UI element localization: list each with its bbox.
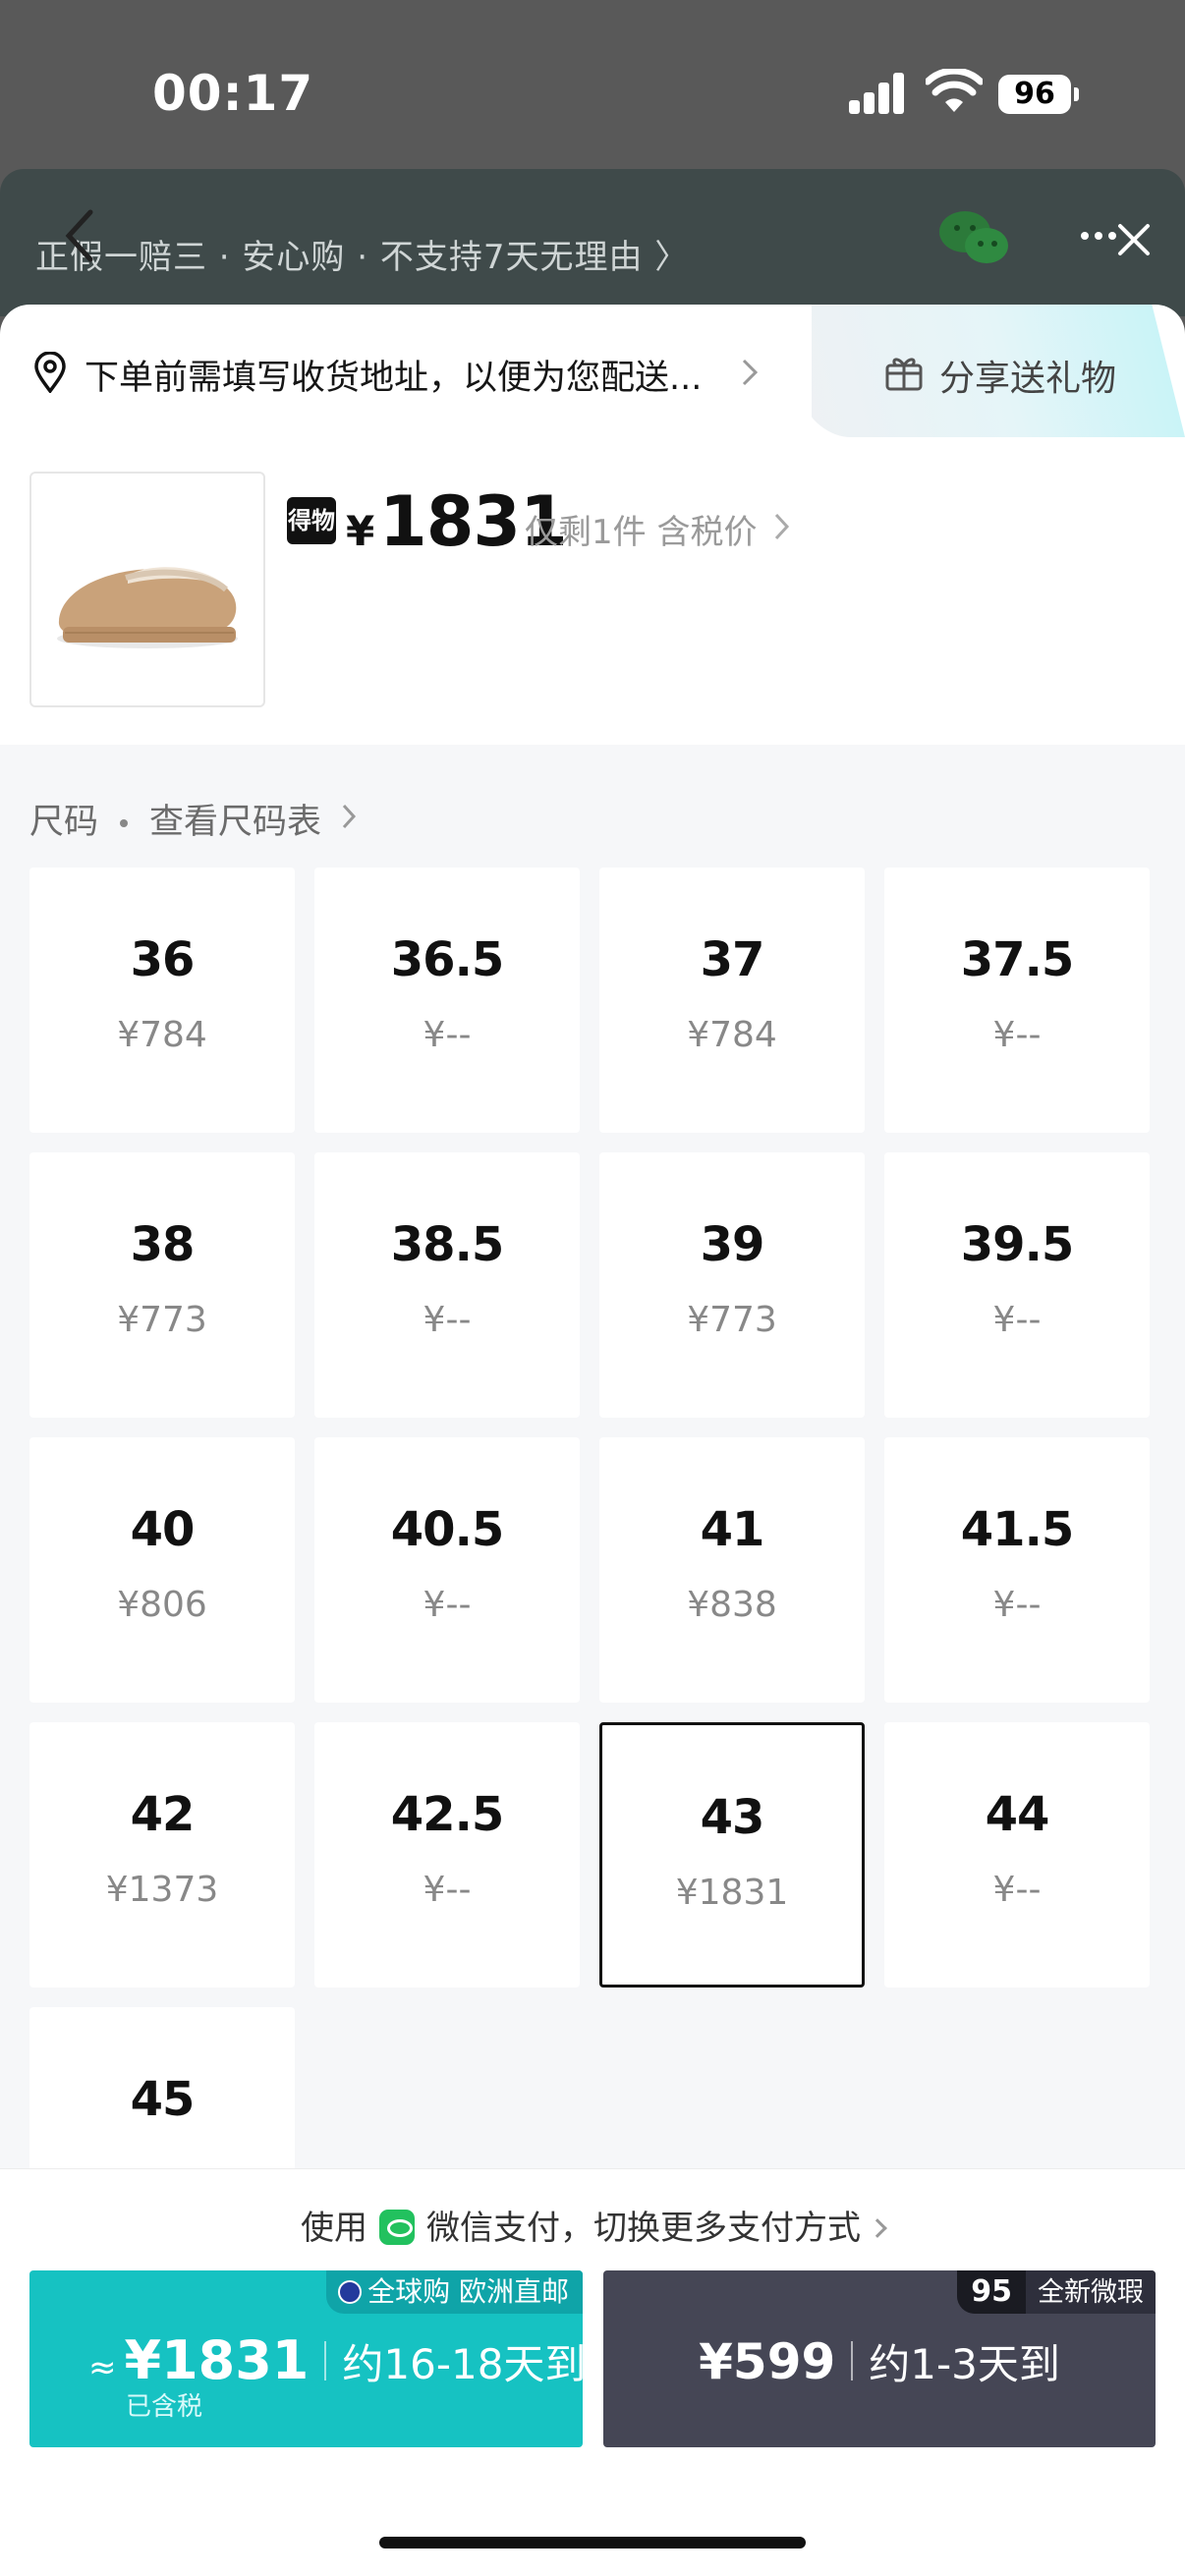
size-header: 尺码 查看尺码表 — [29, 794, 321, 844]
size-price: ¥784 — [687, 1015, 777, 1055]
global-price: ¥1831 — [124, 2329, 310, 2391]
payment-prefix: 使用 — [301, 2209, 367, 2248]
size-price: ¥1831 — [675, 1873, 789, 1913]
size-option[interactable]: 41.5 ¥-- — [884, 1437, 1150, 1703]
size-option[interactable]: 38.5 ¥-- — [314, 1152, 580, 1418]
global-tag-label: 全球购 欧洲直邮 — [367, 2275, 569, 2308]
size-value: 36 — [130, 932, 196, 987]
size-value: 44 — [985, 1787, 1050, 1842]
size-option[interactable]: 42.5 ¥-- — [314, 1722, 580, 1988]
size-option[interactable]: 36 ¥784 — [29, 868, 295, 1133]
size-value: 41.5 — [960, 1502, 1074, 1557]
bottom-action-bar: 使用 微信支付，切换更多支付方式 全球购 欧洲直邮 ≈ ¥1831 约16-18天到 … — [0, 2168, 1185, 2576]
condition-tag: 95 全新微瑕 — [957, 2270, 1156, 2314]
gift-icon — [885, 358, 923, 391]
battery-level: 96 — [998, 75, 1071, 114]
size-price: ¥-- — [423, 1300, 472, 1340]
size-option[interactable]: 42 ¥1373 — [29, 1722, 295, 1988]
size-price: ¥784 — [117, 1015, 207, 1055]
battery-icon: 96 — [998, 75, 1079, 114]
local-eta: 约1-3天到 — [869, 2340, 1060, 2388]
back-arrow-icon[interactable] — [61, 206, 100, 265]
size-price: ¥-- — [423, 1585, 472, 1625]
condition-label: 全新微瑕 — [1038, 2277, 1144, 2308]
globe-icon — [338, 2280, 363, 2304]
size-value: 37 — [700, 932, 765, 987]
size-option[interactable]: 43 ¥1831 — [599, 1722, 865, 1988]
wechat-pay-icon — [379, 2210, 415, 2245]
location-pin-icon — [34, 352, 66, 393]
wechat-icon[interactable] — [937, 208, 1012, 267]
chevron-right-icon — [774, 513, 790, 540]
slipper-image — [57, 567, 238, 648]
size-value: 36.5 — [390, 932, 504, 987]
size-option[interactable]: 36.5 ¥-- — [314, 868, 580, 1133]
size-option[interactable]: 39 ¥773 — [599, 1152, 865, 1418]
size-value: 41 — [700, 1502, 765, 1557]
home-indicator — [379, 2537, 806, 2548]
chevron-right-icon — [742, 359, 759, 386]
size-value: 39 — [700, 1217, 765, 1272]
size-price: ¥-- — [992, 1015, 1042, 1055]
approx-sign: ≈ — [88, 2348, 117, 2387]
size-price: ¥-- — [992, 1585, 1042, 1625]
stock-tax-note[interactable]: 仅剩1件 含税价 — [525, 505, 757, 553]
size-value: 45 — [130, 2072, 196, 2127]
size-price: ¥806 — [117, 1585, 207, 1625]
size-price: ¥-- — [992, 1300, 1042, 1340]
size-option[interactable]: 37.5 ¥-- — [884, 868, 1150, 1133]
size-price: ¥838 — [687, 1585, 777, 1625]
size-chart-link[interactable]: 查看尺码表 — [149, 803, 321, 842]
size-option[interactable]: 37 ¥784 — [599, 868, 865, 1133]
size-value: 40 — [130, 1502, 196, 1557]
address-prompt[interactable]: 下单前需填写收货地址，以便为您配送... — [85, 350, 702, 400]
size-value: 42.5 — [390, 1787, 504, 1842]
size-value: 37.5 — [960, 932, 1074, 987]
wifi-icon — [926, 69, 983, 112]
size-value: 43 — [700, 1790, 765, 1845]
size-value: 42 — [130, 1787, 196, 1842]
size-option[interactable]: 41 ¥838 — [599, 1437, 865, 1703]
tax-included-note: 已含税 — [126, 2392, 203, 2422]
size-option[interactable]: 39.5 ¥-- — [884, 1152, 1150, 1418]
size-option[interactable]: 40 ¥806 — [29, 1437, 295, 1703]
grade-value: 95 — [971, 2274, 1012, 2309]
share-gift-label[interactable]: 分享送礼物 — [939, 350, 1116, 401]
size-title: 尺码 — [29, 803, 99, 842]
payment-method-row[interactable]: 使用 微信支付，切换更多支付方式 — [0, 2201, 1185, 2249]
local-price: ¥599 — [699, 2333, 836, 2390]
size-price: ¥1373 — [105, 1870, 219, 1910]
global-price-row: ≈ ¥1831 约16-18天到 — [88, 2329, 586, 2391]
size-value: 39.5 — [960, 1217, 1074, 1272]
size-price: ¥773 — [687, 1300, 777, 1340]
global-shipping-tag: 全球购 欧洲直邮 — [326, 2270, 583, 2314]
size-option[interactable]: 38 ¥773 — [29, 1152, 295, 1418]
size-price: ¥-- — [423, 1015, 472, 1055]
size-price: ¥-- — [992, 1870, 1042, 1910]
cellular-signal-icon — [849, 73, 906, 114]
brand-logo: 得物 — [287, 497, 336, 544]
size-price: ¥773 — [117, 1300, 207, 1340]
guarantee-text: 正假一赔三 · 安心购 · 不支持7天无理由 〉 — [35, 238, 690, 277]
size-option[interactable]: 44 ¥-- — [884, 1722, 1150, 1988]
payment-method: 微信支付，切换更多支付方式 — [426, 2209, 861, 2248]
grade-badge: 95 — [957, 2270, 1026, 2314]
size-value: 38.5 — [390, 1217, 504, 1272]
global-eta: 约16-18天到 — [342, 2340, 587, 2388]
local-price-row: ¥599 约1-3天到 — [603, 2331, 1156, 2391]
size-price: ¥-- — [423, 1870, 472, 1910]
price-currency: ¥ — [346, 507, 375, 555]
size-value: 38 — [130, 1217, 196, 1272]
size-value: 40.5 — [390, 1502, 504, 1557]
status-time: 00:17 — [152, 65, 314, 122]
chevron-right-icon — [342, 804, 357, 829]
product-thumbnail[interactable] — [29, 472, 265, 707]
close-icon[interactable] — [1112, 218, 1156, 261]
buy-global-button[interactable]: 全球购 欧洲直邮 ≈ ¥1831 约16-18天到 已含税 — [29, 2270, 586, 2447]
size-option[interactable]: 40.5 ¥-- — [314, 1437, 580, 1703]
buy-local-button[interactable]: 95 全新微瑕 ¥599 约1-3天到 — [603, 2270, 1156, 2447]
chevron-right-icon — [868, 2218, 887, 2238]
